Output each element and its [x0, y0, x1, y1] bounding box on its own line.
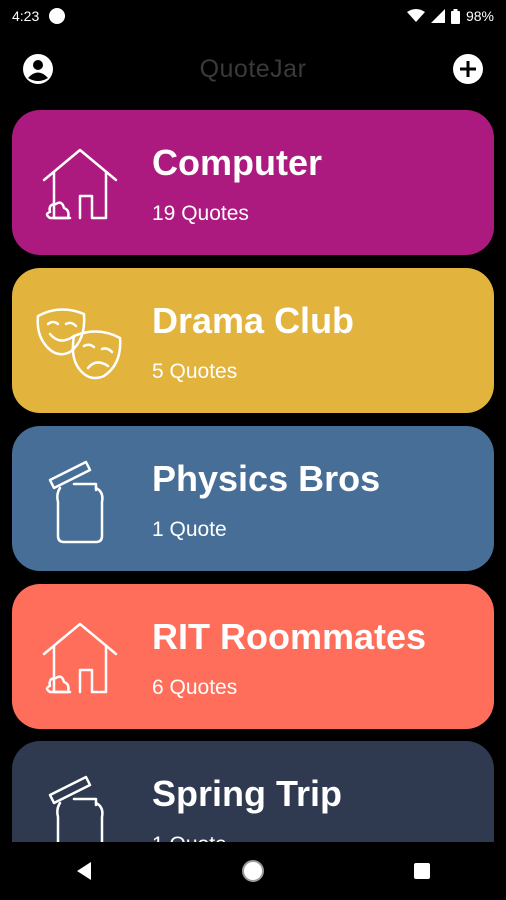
- house-icon: [42, 148, 118, 220]
- group-name: Drama Club: [152, 300, 355, 341]
- group-name: Spring Trip: [152, 773, 343, 814]
- group-name: Computer: [152, 142, 322, 183]
- cell-signal-icon: [430, 9, 445, 23]
- home-button[interactable]: [233, 851, 273, 891]
- group-list: Computer 19 Quotes Drama Club 5 Quotes P…: [0, 110, 506, 842]
- group-card[interactable]: Physics Bros 1 Quote: [12, 426, 494, 571]
- wifi-icon: [406, 9, 425, 22]
- system-nav-bar: [0, 842, 506, 900]
- group-name: Physics Bros: [152, 458, 381, 499]
- jar-icon: [48, 460, 104, 544]
- home-circle-icon: [241, 860, 264, 882]
- group-quote-count: 19 Quotes: [152, 202, 249, 225]
- house-icon: [42, 622, 118, 694]
- group-card[interactable]: RIT Roommates 6 Quotes: [12, 584, 494, 729]
- status-bar: 4:23 98%: [0, 0, 506, 32]
- back-triangle-icon: [77, 862, 92, 880]
- app-title: QuoteJar: [199, 54, 307, 83]
- notification-dot-icon: [49, 8, 66, 24]
- group-card[interactable]: Computer 19 Quotes: [12, 110, 494, 255]
- group-card[interactable]: Drama Club 5 Quotes: [12, 268, 494, 413]
- group-quote-count: 5 Quotes: [152, 360, 238, 383]
- recents-square-icon: [413, 863, 430, 879]
- recents-button[interactable]: [402, 851, 442, 891]
- group-quote-count: 1 Quote: [152, 833, 227, 842]
- battery-percent: 98%: [465, 8, 494, 24]
- status-left: 4:23: [12, 8, 66, 24]
- add-circle-icon[interactable]: [452, 53, 484, 85]
- battery-icon: [450, 8, 460, 24]
- status-time: 4:23: [12, 8, 40, 24]
- jar-icon: [48, 775, 104, 842]
- account-circle-icon[interactable]: [22, 53, 54, 85]
- group-quote-count: 1 Quote: [152, 518, 227, 541]
- back-button[interactable]: [64, 851, 104, 891]
- group-name: RIT Roommates: [152, 616, 427, 657]
- theater-masks-icon: [36, 308, 122, 380]
- group-quote-count: 6 Quotes: [152, 676, 238, 699]
- status-right: 98%: [406, 8, 494, 24]
- group-card[interactable]: Spring Trip 1 Quote: [12, 741, 494, 842]
- app-bar: QuoteJar: [0, 32, 506, 106]
